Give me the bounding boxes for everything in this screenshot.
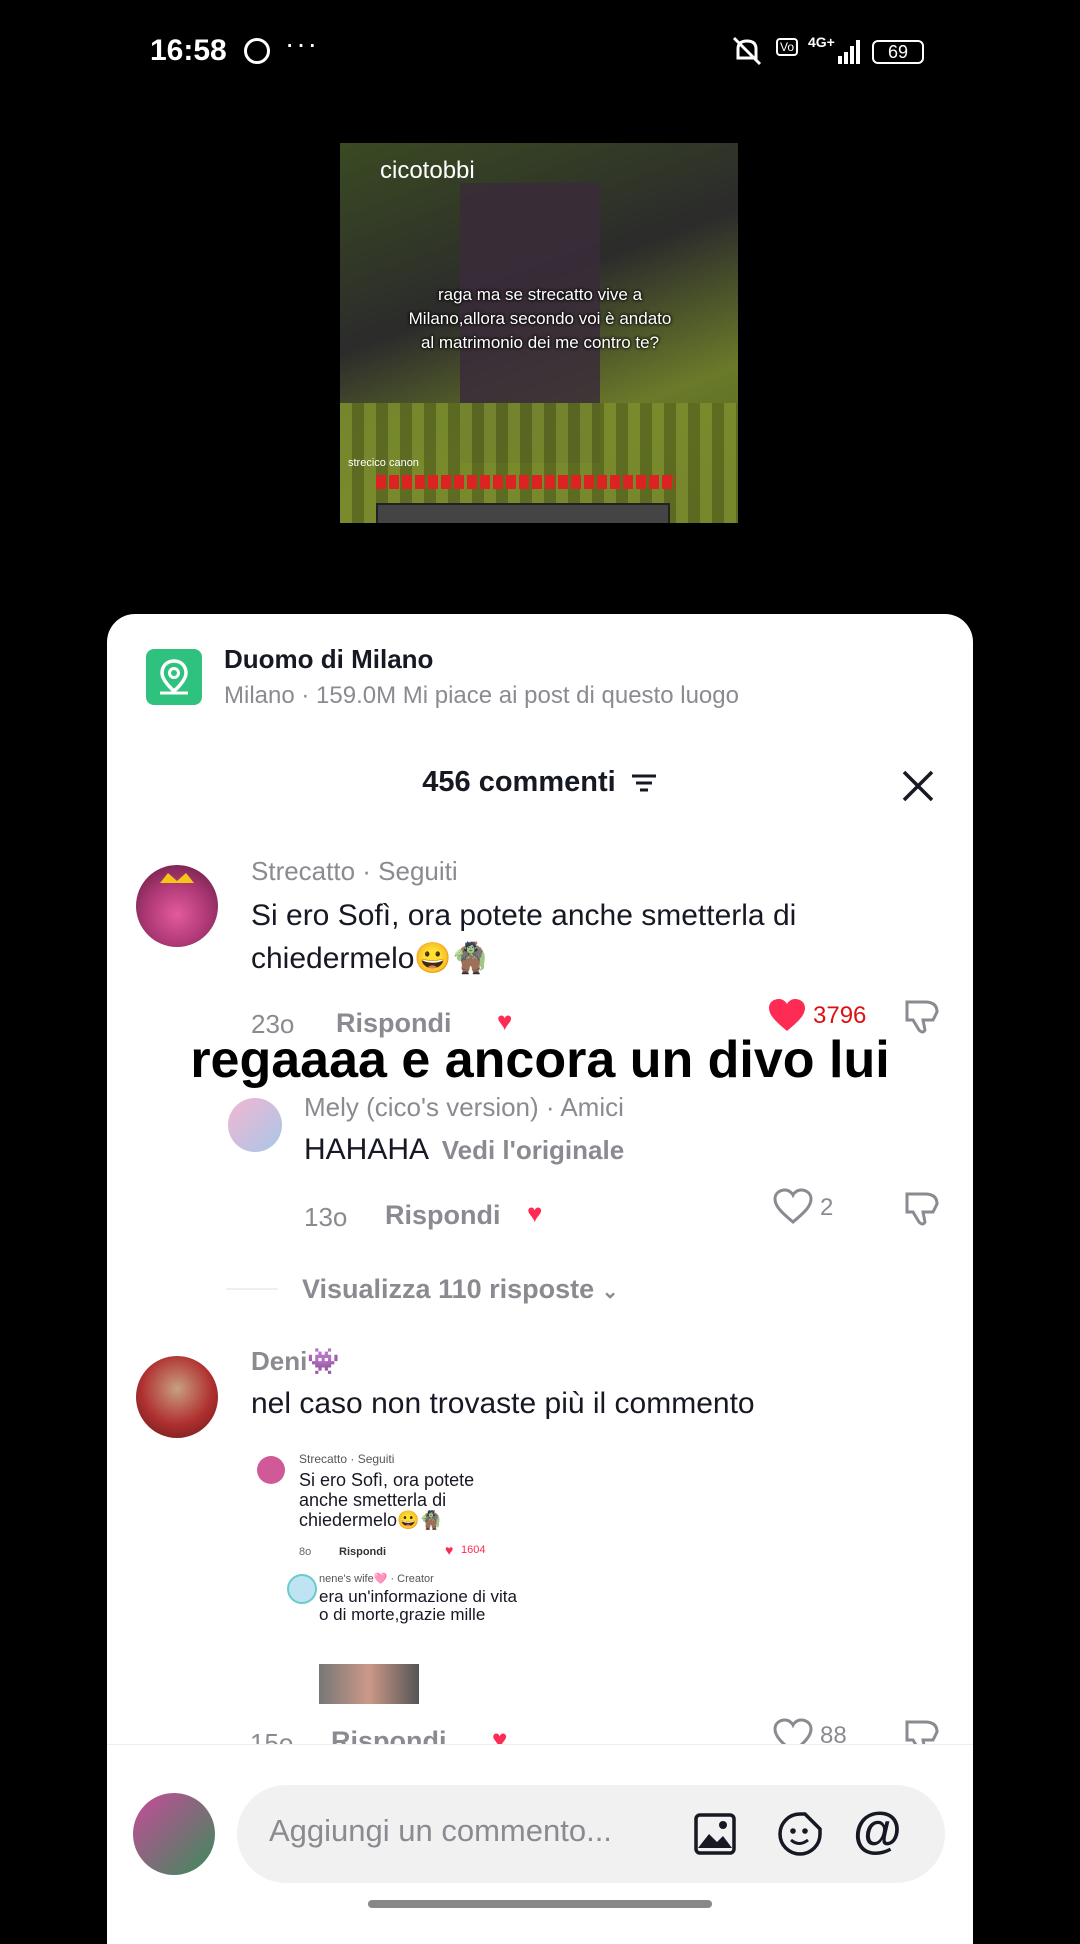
comment-image[interactable]: Strecatto · Seguiti Si ero Sofì, ora pot… bbox=[257, 1452, 557, 1712]
heart-filled-icon[interactable] bbox=[767, 997, 807, 1033]
comment-text: Si ero Sofì, ora potete anche smetterla … bbox=[251, 899, 797, 975]
avatar[interactable] bbox=[133, 1793, 215, 1875]
location-subtitle: Milano · 159.0M Mi piace ai post di ques… bbox=[224, 682, 739, 709]
video-caption: raga ma se strecatto vive a Milano,allor… bbox=[408, 285, 672, 352]
avatar bbox=[257, 1456, 285, 1484]
embedded-author: Strecatto · Seguiti bbox=[299, 1452, 395, 1466]
comment-age: 13o bbox=[304, 1202, 348, 1232]
overlay-caption: regaaaa e ancora un divo lui bbox=[190, 1031, 890, 1089]
dislike-icon[interactable] bbox=[903, 1188, 943, 1228]
battery-icon: 69 bbox=[872, 40, 924, 64]
comment-input-placeholder: Aggiungi un commento... bbox=[269, 1813, 612, 1848]
video-handle: strecico canon bbox=[348, 457, 419, 469]
embedded-text: Si ero Sofì, ora potete anche smetterla … bbox=[299, 1470, 475, 1530]
comment-composer: Aggiungi un commento... @ bbox=[107, 1744, 973, 1944]
embedded-age: 8o bbox=[299, 1546, 312, 1558]
like-count: 2 bbox=[820, 1194, 834, 1221]
see-original-link[interactable]: Vedi l'originale bbox=[442, 1135, 624, 1165]
comment-author[interactable]: Mely (cico's version) · Amici bbox=[304, 1092, 624, 1123]
filter-icon[interactable] bbox=[630, 771, 658, 795]
home-indicator[interactable] bbox=[368, 1900, 712, 1908]
sticker-icon[interactable] bbox=[777, 1811, 823, 1857]
embedded-heart-icon: ♥ bbox=[445, 1542, 454, 1558]
comment-author[interactable]: Strecatto · Seguiti bbox=[251, 856, 458, 887]
chevron-down-icon: ⌄ bbox=[601, 1281, 619, 1303]
embedded-reply-author: nene's wife🩷 · Creator bbox=[319, 1573, 434, 1585]
comments-title: 456 commenti bbox=[107, 766, 973, 799]
image-icon[interactable] bbox=[693, 1812, 737, 1856]
comment-input[interactable]: Aggiungi un commento... @ bbox=[237, 1785, 945, 1883]
more-notifications-icon: ··· bbox=[285, 28, 319, 59]
status-time: 16:58 bbox=[150, 34, 227, 67]
creator-liked-icon: ♥ bbox=[527, 1198, 543, 1228]
avatar[interactable] bbox=[136, 1356, 218, 1438]
muted-bell-icon bbox=[732, 36, 762, 66]
mention-icon[interactable]: @ bbox=[853, 1801, 902, 1859]
avatar bbox=[287, 1574, 317, 1604]
avatar[interactable] bbox=[228, 1098, 282, 1152]
signal-icon bbox=[838, 40, 860, 64]
location-name[interactable]: Duomo di Milano bbox=[224, 644, 433, 675]
embedded-reply: Rispondi bbox=[339, 1546, 387, 1558]
embedded-reply-text: era un'informazione di vita o di morte,g… bbox=[319, 1587, 517, 1624]
video-preview[interactable]: cicotobbi raga ma se strecatto vive a Mi… bbox=[340, 143, 738, 523]
location-pin-icon[interactable] bbox=[146, 649, 202, 705]
avatar[interactable] bbox=[136, 865, 218, 947]
close-icon[interactable] bbox=[901, 769, 935, 803]
volte-icon: Vo bbox=[776, 38, 799, 56]
comment-text-body: HAHAHA bbox=[304, 1133, 428, 1166]
video-top-tag: cicotobbi bbox=[380, 157, 475, 184]
status-bar: 16:58 ··· Vo 4G+ 69 bbox=[0, 0, 1080, 110]
reply-button[interactable]: Rispondi bbox=[385, 1200, 501, 1231]
view-replies-label: Visualizza 110 risposte bbox=[302, 1274, 595, 1304]
comment-text: nel caso non trovaste più il commento bbox=[251, 1387, 755, 1420]
whatsapp-icon bbox=[244, 38, 270, 64]
comment-author[interactable]: Deni👾 bbox=[251, 1346, 340, 1377]
comments-sheet: Duomo di Milano Milano · 159.0M Mi piace… bbox=[107, 614, 973, 1944]
comment-text: HAHAHA Vedi l'originale bbox=[304, 1128, 624, 1172]
divider bbox=[226, 1288, 278, 1290]
network-type: 4G+ bbox=[808, 34, 835, 50]
comments-count: 456 commenti bbox=[422, 766, 616, 798]
embedded-image-thumb bbox=[319, 1664, 419, 1704]
embedded-likes: 1604 bbox=[461, 1544, 486, 1556]
video-hearts-bar bbox=[376, 475, 676, 489]
view-replies-button[interactable]: Visualizza 110 risposte ⌄ bbox=[302, 1274, 618, 1305]
like-count: 3796 bbox=[813, 1002, 867, 1029]
video-hotbar bbox=[376, 503, 670, 523]
heart-outline-icon[interactable] bbox=[773, 1188, 813, 1224]
